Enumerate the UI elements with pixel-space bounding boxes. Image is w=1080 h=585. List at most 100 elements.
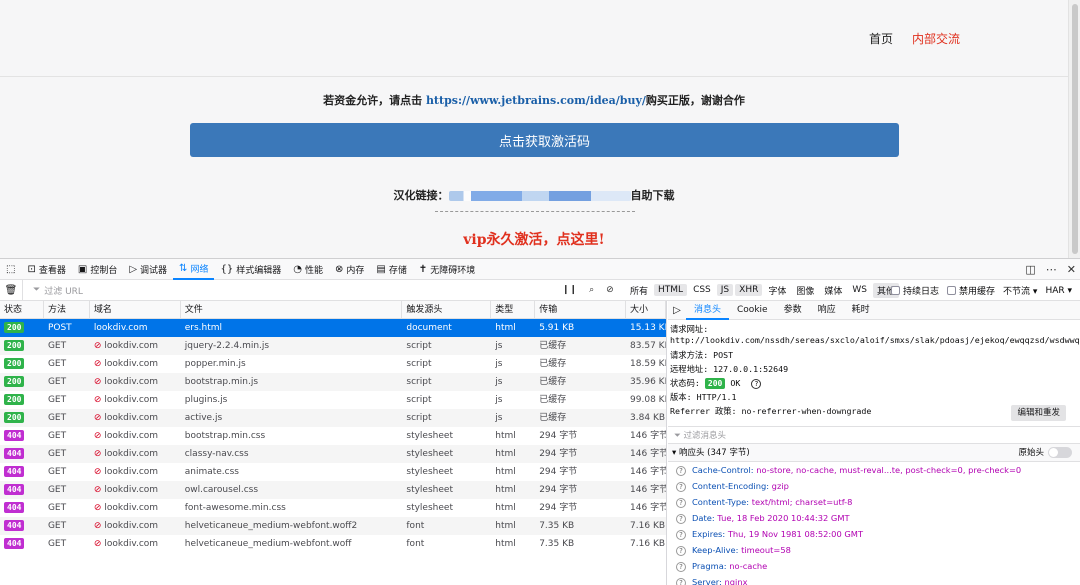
header-help-icon[interactable]: ? [676, 513, 686, 524]
type-filter-button[interactable]: HTML [654, 284, 688, 296]
element-picker-button[interactable]: ⬚ [0, 259, 21, 280]
vip-activation-link[interactable]: vip永久激活，点这里! [0, 229, 1068, 249]
header-help-icon[interactable]: ? [676, 561, 686, 572]
col-cause[interactable]: 触发源头 [402, 300, 492, 319]
table-row[interactable]: 404 GET ⊘ lookdiv.com bootstrap.min.css style… [0, 427, 666, 445]
cell-file: animate.css [184, 467, 239, 477]
table-row[interactable]: 404 GET ⊘ lookdiv.com owl.carousel.css styles… [0, 481, 666, 499]
table-row[interactable]: 200 GET ⊘ lookdiv.com active.js script js 已缓存 3.… [0, 409, 666, 427]
status-badge: 404 [4, 466, 25, 477]
response-header-row[interactable]: ? Date: Tue, 18 Feb 2020 10:44:32 GMT [668, 510, 1080, 526]
insecure-lock-icon: ⊘ [93, 413, 102, 423]
tab-timings[interactable]: 耗时 [844, 301, 878, 320]
har-menu[interactable]: HAR ▾ [1045, 286, 1072, 296]
response-header-row[interactable]: ? Keep-Alive: timeout=58 [668, 542, 1080, 558]
tab-response[interactable]: 响应 [810, 301, 844, 320]
toggle-panel-icon[interactable]: ▷ [668, 305, 686, 316]
cell-method: GET [47, 395, 67, 405]
persist-logs-checkbox[interactable]: 持续日志 [891, 284, 939, 297]
response-header-row[interactable]: ? Cache-Control: no-store, no-cache, must… [668, 462, 1080, 478]
header-help-icon[interactable]: ? [676, 481, 686, 492]
cell-domain: ⊘ lookdiv.com [90, 337, 181, 355]
cell-transfer: 已缓存 [539, 377, 567, 387]
picker-icon: ⬚ [6, 263, 16, 275]
tab-storage[interactable]: ▤ 存储 [370, 259, 412, 280]
cell-cause: stylesheet [406, 485, 453, 495]
response-headers-section[interactable]: ▾ 响应头 (347 字节) 原始头 [668, 444, 1080, 462]
response-header-row[interactable]: ? Pragma: no-cache [668, 558, 1080, 574]
tab-debugger[interactable]: ▷ 调试器 [123, 259, 173, 280]
header-help-icon[interactable]: ? [676, 545, 686, 556]
toggle-switch[interactable] [1048, 447, 1072, 458]
response-header-row[interactable]: ? Expires: Thu, 19 Nov 1981 08:52:00 GMT [668, 526, 1080, 542]
header-help-icon[interactable]: ? [676, 577, 686, 585]
cell-transfer: 已缓存 [539, 395, 567, 405]
type-filter-button[interactable]: XHR [735, 284, 763, 296]
header-help-icon[interactable]: ? [676, 465, 686, 476]
nav-internal-link[interactable]: 内部交流 [912, 30, 960, 47]
insecure-lock-icon: ⊘ [93, 431, 102, 441]
table-row[interactable]: 404 GET ⊘ lookdiv.com font-awesome.min.css st… [0, 499, 666, 517]
type-filter-button[interactable]: WS [848, 284, 871, 296]
domain-text: lookdiv.com [104, 485, 159, 495]
throttling-select[interactable]: 不节流 ▾ [1003, 284, 1037, 297]
filter-url-input[interactable]: ⏷ 过滤 URL [22, 279, 562, 301]
table-row[interactable]: 404 GET ⊘ lookdiv.com animate.css stylesheet h… [0, 463, 666, 481]
filter-headers-input[interactable]: ⏷ 过滤消息头 [668, 426, 1080, 444]
type-filter-button[interactable]: 所有 [626, 283, 652, 298]
tab-inspector[interactable]: ⊡ 查看器 [21, 259, 71, 280]
tab-performance[interactable]: ◔ 性能 [287, 259, 329, 280]
search-icon[interactable]: ⌕ [589, 285, 594, 295]
dock-icon[interactable]: ◫ [1025, 263, 1035, 276]
type-filter-button[interactable]: JS [716, 284, 734, 296]
table-row[interactable]: 200 GET ⊘ lookdiv.com bootstrap.min.js script… [0, 373, 666, 391]
response-header-row[interactable]: ? Content-Type: text/html; charset=utf-8 [668, 494, 1080, 510]
col-status[interactable]: 状态 [0, 300, 44, 319]
scrollbar-thumb[interactable] [1072, 4, 1078, 254]
trash-icon[interactable]: 🗑 [0, 285, 22, 296]
col-transfer[interactable]: 传输 [535, 300, 627, 319]
table-row[interactable]: 200 GET ⊘ lookdiv.com popper.min.js script js 已… [0, 355, 666, 373]
table-row[interactable]: 404 GET ⊘ lookdiv.com classy-nav.css styleshe… [0, 445, 666, 463]
col-size[interactable]: 大小 [626, 300, 666, 319]
disable-cache-checkbox[interactable]: 禁用缓存 [947, 284, 995, 297]
tab-headers[interactable]: 消息头 [686, 301, 730, 320]
insecure-lock-icon: ⊘ [93, 485, 102, 495]
pause-icon[interactable]: ❙❙ [562, 285, 577, 295]
tab-params[interactable]: 参数 [776, 301, 810, 320]
block-icon[interactable]: ⊘ [606, 285, 614, 295]
response-header-row[interactable]: ? Content-Encoding: gzip [668, 478, 1080, 494]
table-row[interactable]: 404 GET ⊘ lookdiv.com helveticaneue_medium-w… [0, 517, 666, 535]
response-header-row[interactable]: ? Server: nginx [668, 574, 1080, 585]
redacted-link[interactable] [448, 191, 631, 201]
col-file[interactable]: 文件 [181, 300, 403, 319]
header-help-icon[interactable]: ? [676, 497, 686, 508]
header-help-icon[interactable]: ? [676, 529, 686, 540]
type-filter-button[interactable]: 图像 [792, 283, 818, 298]
type-filter-button[interactable]: 媒体 [820, 283, 846, 298]
table-row[interactable]: 200 GET ⊘ lookdiv.com plugins.js script js 已缓存 9… [0, 391, 666, 409]
tab-console[interactable]: ▣ 控制台 [72, 259, 123, 280]
table-row[interactable]: 200 GET ⊘ lookdiv.com jquery-2.2.4.min.js scr… [0, 337, 666, 355]
col-type[interactable]: 类型 [491, 300, 536, 319]
page-scrollbar[interactable] [1068, 0, 1080, 258]
raw-headers-toggle[interactable]: 原始头 [1018, 444, 1072, 461]
type-filter-button[interactable]: 字体 [764, 283, 790, 298]
col-domain[interactable]: 域名 [90, 300, 181, 319]
table-row[interactable]: 200 POST lookdiv.com ers.html document html 5.… [0, 319, 666, 337]
get-activation-code-button[interactable]: 点击获取激活码 [190, 123, 899, 157]
tab-style-editor[interactable]: {} 样式编辑器 [214, 259, 287, 280]
edit-and-resend-button[interactable]: 编辑和重发 [1011, 405, 1066, 421]
table-row[interactable]: 404 GET ⊘ lookdiv.com helveticaneue_medium-w… [0, 535, 666, 553]
tab-accessibility[interactable]: ✝ 无障碍环境 [413, 259, 481, 280]
tab-memory[interactable]: ⊗ 内存 [329, 259, 370, 280]
close-icon[interactable]: ✕ [1067, 263, 1076, 276]
type-filter-button[interactable]: CSS [689, 284, 715, 296]
more-icon[interactable]: ⋯ [1046, 263, 1057, 276]
nav-home-link[interactable]: 首页 [869, 30, 893, 47]
help-icon[interactable]: ? [751, 379, 762, 389]
tab-cookie[interactable]: Cookie [729, 301, 776, 320]
col-method[interactable]: 方法 [44, 300, 90, 319]
jetbrains-buy-link[interactable]: https://www.jetbrains.com/idea/buy/ [426, 94, 646, 107]
tab-network[interactable]: ⇅ 网络 [173, 259, 215, 280]
